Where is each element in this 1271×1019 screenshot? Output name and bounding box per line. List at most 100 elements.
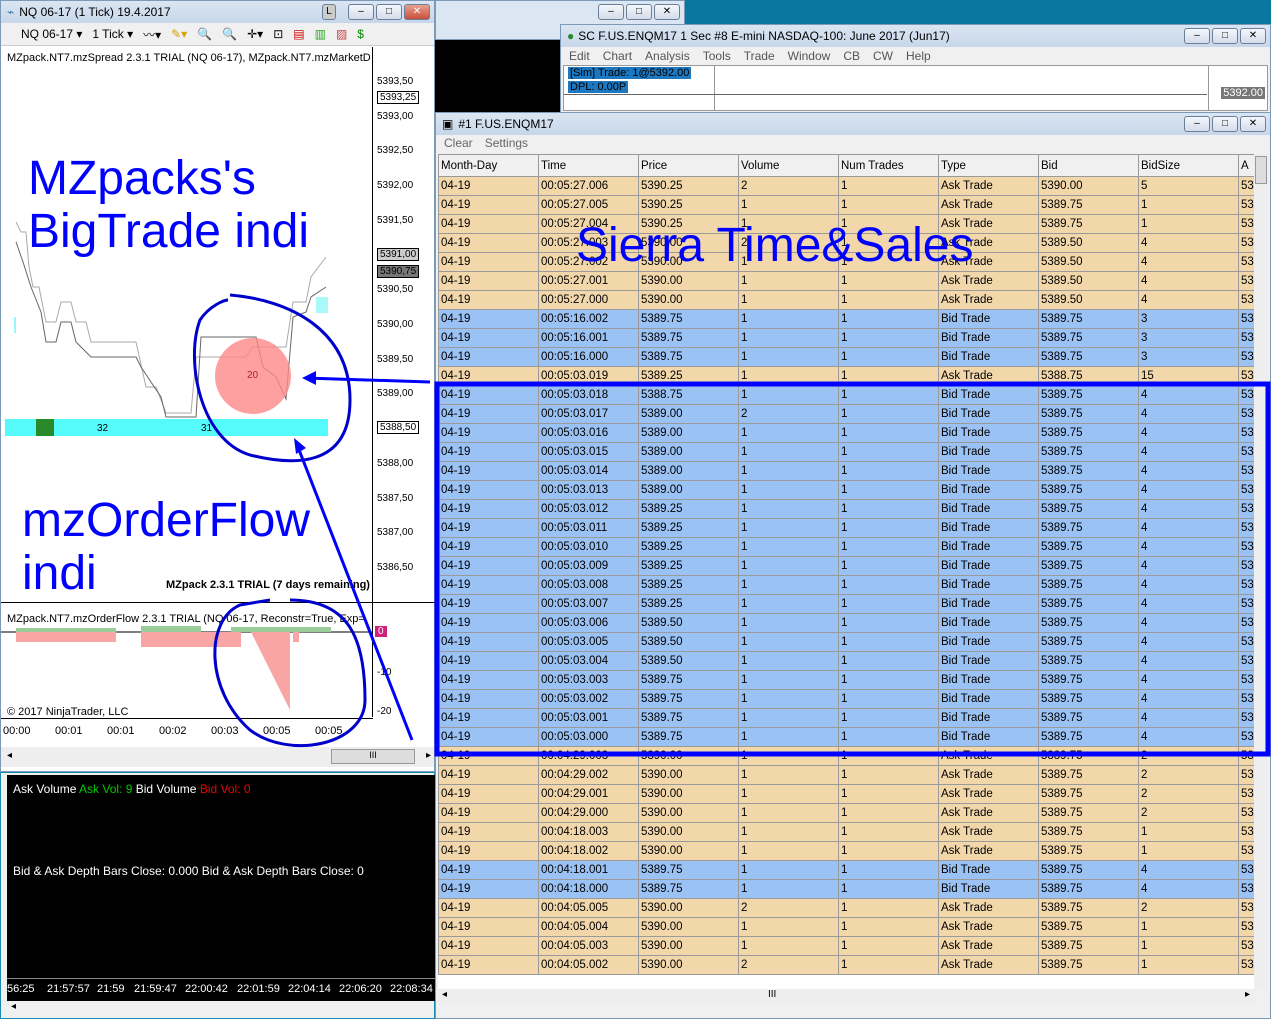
scroll-left-icon[interactable]: ◂ — [7, 750, 12, 761]
table-row[interactable]: 04-19 00:04:18.000 5389.75 1 1 Bid Trade 5389.… — [438, 879, 1254, 899]
scroll-right-icon[interactable]: ▸ — [426, 750, 431, 761]
dollar-icon[interactable]: $ — [357, 27, 364, 41]
menu-help[interactable]: Help — [906, 49, 931, 63]
interval-select[interactable]: 1 Tick ▾ — [92, 27, 133, 41]
table-row[interactable]: 04-19 00:05:03.001 5389.75 1 1 Bid Trade 5389.… — [438, 708, 1254, 728]
table-row[interactable]: 04-19 00:05:03.007 5389.25 1 1 Bid Trade 5389.… — [438, 594, 1254, 614]
table-row[interactable]: 04-19 00:05:03.008 5389.25 1 1 Bid Trade 5389.… — [438, 575, 1254, 595]
menu-edit[interactable]: Edit — [569, 49, 590, 63]
zoom-out-icon[interactable]: 🔍 — [222, 27, 237, 41]
table-row[interactable]: 04-19 00:04:29.000 5390.00 1 1 Ask Trade 5389.… — [438, 803, 1254, 823]
menu-cb[interactable]: CB — [843, 49, 860, 63]
close-button[interactable]: ✕ — [654, 4, 680, 20]
table-row[interactable]: 04-19 00:05:03.018 5388.75 1 1 Bid Trade 5389.… — [438, 385, 1254, 405]
column-header[interactable]: Price — [638, 154, 739, 177]
table-row[interactable]: 04-19 00:04:18.001 5389.75 1 1 Bid Trade 5389.… — [438, 860, 1254, 880]
scroll-left-icon[interactable]: ◂ — [11, 1001, 16, 1012]
table-row[interactable]: 04-19 00:04:29.003 5390.00 1 1 Ask Trade 5389.… — [438, 746, 1254, 766]
scroll-right-icon[interactable]: ▸ — [1245, 989, 1250, 1000]
column-header[interactable]: A — [1238, 154, 1254, 177]
table-row[interactable]: 04-19 00:05:03.016 5389.00 1 1 Bid Trade 5389.… — [438, 423, 1254, 443]
table-row[interactable]: 04-19 00:05:03.014 5389.00 1 1 Bid Trade 5389.… — [438, 461, 1254, 481]
menu-analysis[interactable]: Analysis — [645, 49, 690, 63]
column-header[interactable]: Bid — [1038, 154, 1139, 177]
table-row[interactable]: 04-19 00:04:18.002 5390.00 1 1 Ask Trade 5389.… — [438, 841, 1254, 861]
table-row[interactable]: 04-19 00:04:18.003 5390.00 1 1 Ask Trade 5389.… — [438, 822, 1254, 842]
table-row[interactable]: 04-19 00:05:16.001 5389.75 1 1 Bid Trade 5389.… — [438, 328, 1254, 348]
table-row[interactable]: 04-19 00:04:05.003 5390.00 1 1 Ask Trade 5389.… — [438, 936, 1254, 956]
table-row[interactable]: 04-19 00:04:05.004 5390.00 1 1 Ask Trade 5389.… — [438, 917, 1254, 937]
close-button[interactable]: ✕ — [404, 4, 430, 20]
menu-cw[interactable]: CW — [873, 49, 893, 63]
table-row[interactable]: 04-19 00:05:16.000 5389.75 1 1 Bid Trade 5389.… — [438, 347, 1254, 367]
chart-style-icon[interactable]: ▨ — [336, 27, 347, 41]
crosshair-icon[interactable]: ✛▾ — [247, 27, 263, 41]
table-row[interactable]: 04-19 00:05:27.001 5390.00 1 1 Ask Trade 5389.… — [438, 271, 1254, 291]
column-header[interactable]: Time — [538, 154, 639, 177]
table-row[interactable]: 04-19 00:05:03.013 5389.00 1 1 Bid Trade 5389.… — [438, 480, 1254, 500]
scroll-grip[interactable]: III — [768, 989, 776, 1000]
table-row[interactable]: 04-19 00:05:03.017 5389.00 2 1 Bid Trade 5389.… — [438, 404, 1254, 424]
menu-settings[interactable]: Settings — [485, 136, 528, 150]
zoom-in-icon[interactable]: 🔍 — [197, 27, 212, 41]
table-row[interactable]: 04-19 00:05:03.005 5389.50 1 1 Bid Trade 5389.… — [438, 632, 1254, 652]
table-row[interactable]: 04-19 00:04:05.002 5390.00 2 1 Ask Trade 5389.… — [438, 955, 1254, 975]
maximize-button[interactable]: □ — [1212, 116, 1238, 132]
horizontal-scrollbar[interactable]: ◂ — [7, 1001, 427, 1015]
table-row[interactable]: 04-19 00:05:03.012 5389.25 1 1 Bid Trade 5389.… — [438, 499, 1254, 519]
scroll-thumb[interactable] — [1255, 156, 1267, 184]
table-row[interactable]: 04-19 00:05:27.000 5390.00 1 1 Ask Trade 5389.… — [438, 290, 1254, 310]
maximize-button[interactable]: □ — [626, 4, 652, 20]
instrument-select[interactable]: NQ 06-17 ▾ — [21, 27, 82, 41]
candles-icon[interactable]: ▥ — [315, 27, 326, 41]
minimize-button[interactable]: – — [348, 4, 374, 20]
table-row[interactable]: 04-19 00:05:03.006 5389.50 1 1 Bid Trade 5389.… — [438, 613, 1254, 633]
table-row[interactable]: 04-19 00:05:27.005 5390.25 1 1 Ask Trade 5389.… — [438, 195, 1254, 215]
cell-num-trades: 1 — [838, 670, 939, 690]
minimize-button[interactable]: – — [1184, 28, 1210, 44]
maximize-button[interactable]: □ — [1212, 28, 1238, 44]
column-header[interactable]: BidSize — [1138, 154, 1239, 177]
column-header[interactable]: Month-Day — [438, 154, 539, 177]
table-row[interactable]: 04-19 00:05:03.010 5389.25 1 1 Bid Trade 5389.… — [438, 537, 1254, 557]
close-button[interactable]: ✕ — [1240, 28, 1266, 44]
table-row[interactable]: 04-19 00:05:03.009 5389.25 1 1 Bid Trade 5389.… — [438, 556, 1254, 576]
price-tick: 5392,00 — [377, 180, 414, 191]
table-row[interactable]: 04-19 00:05:03.011 5389.25 1 1 Bid Trade 5389.… — [438, 518, 1254, 538]
table-row[interactable]: 04-19 00:05:03.019 5389.25 1 1 Ask Trade 5388.… — [438, 366, 1254, 386]
table-row[interactable]: 04-19 00:05:03.015 5389.00 1 1 Bid Trade 5389.… — [438, 442, 1254, 462]
menu-tools[interactable]: Tools — [703, 49, 731, 63]
magnifier-icon[interactable]: ⊡ — [273, 27, 283, 41]
scroll-left-icon[interactable]: ◂ — [442, 989, 447, 1000]
horizontal-scrollbar[interactable]: ◂ III ▸ — [1, 747, 434, 767]
minimize-button[interactable]: – — [598, 4, 624, 20]
table-row[interactable]: 04-19 00:04:05.005 5390.00 2 1 Ask Trade 5389.… — [438, 898, 1254, 918]
table-row[interactable]: 04-19 00:04:29.001 5390.00 1 1 Ask Trade 5389.… — [438, 784, 1254, 804]
column-header[interactable]: Num Trades — [838, 154, 939, 177]
table-row[interactable]: 04-19 00:05:03.003 5389.75 1 1 Bid Trade 5389.… — [438, 670, 1254, 690]
table-row[interactable]: 04-19 00:04:29.002 5390.00 1 1 Ask Trade 5389.… — [438, 765, 1254, 785]
column-header[interactable]: Volume — [738, 154, 839, 177]
menu-chart[interactable]: Chart — [603, 49, 632, 63]
vertical-scrollbar[interactable] — [1254, 154, 1268, 989]
drawing-tool-icon[interactable]: 〰▾ — [143, 26, 161, 43]
table-row[interactable]: 04-19 00:05:03.002 5389.75 1 1 Bid Trade 5389.… — [438, 689, 1254, 709]
column-header[interactable]: Type — [938, 154, 1039, 177]
minimize-button[interactable]: – — [1184, 116, 1210, 132]
scroll-thumb[interactable]: III — [331, 749, 415, 764]
close-button[interactable]: ✕ — [1240, 116, 1266, 132]
pencil-icon[interactable]: ✎▾ — [171, 27, 187, 41]
table-row[interactable]: 04-19 00:05:03.000 5389.75 1 1 Bid Trade 5389.… — [438, 727, 1254, 747]
horizontal-scrollbar[interactable]: ◂ III ▸ — [438, 989, 1254, 1005]
maximize-button[interactable]: □ — [376, 4, 402, 20]
cell-num-trades: 1 — [838, 556, 939, 576]
table-row[interactable]: 04-19 00:05:16.002 5389.75 1 1 Bid Trade 5389.… — [438, 309, 1254, 329]
cell-time: 00:05:16.001 — [538, 328, 639, 348]
link-button[interactable]: L — [322, 4, 336, 20]
order-icon[interactable]: ▤ — [293, 27, 304, 41]
table-row[interactable]: 04-19 00:05:03.004 5389.50 1 1 Bid Trade 5389.… — [438, 651, 1254, 671]
menu-clear[interactable]: Clear — [444, 136, 473, 150]
menu-trade[interactable]: Trade — [744, 49, 775, 63]
menu-window[interactable]: Window — [788, 49, 831, 63]
table-row[interactable]: 04-19 00:05:27.006 5390.25 2 1 Ask Trade 5390.… — [438, 176, 1254, 196]
